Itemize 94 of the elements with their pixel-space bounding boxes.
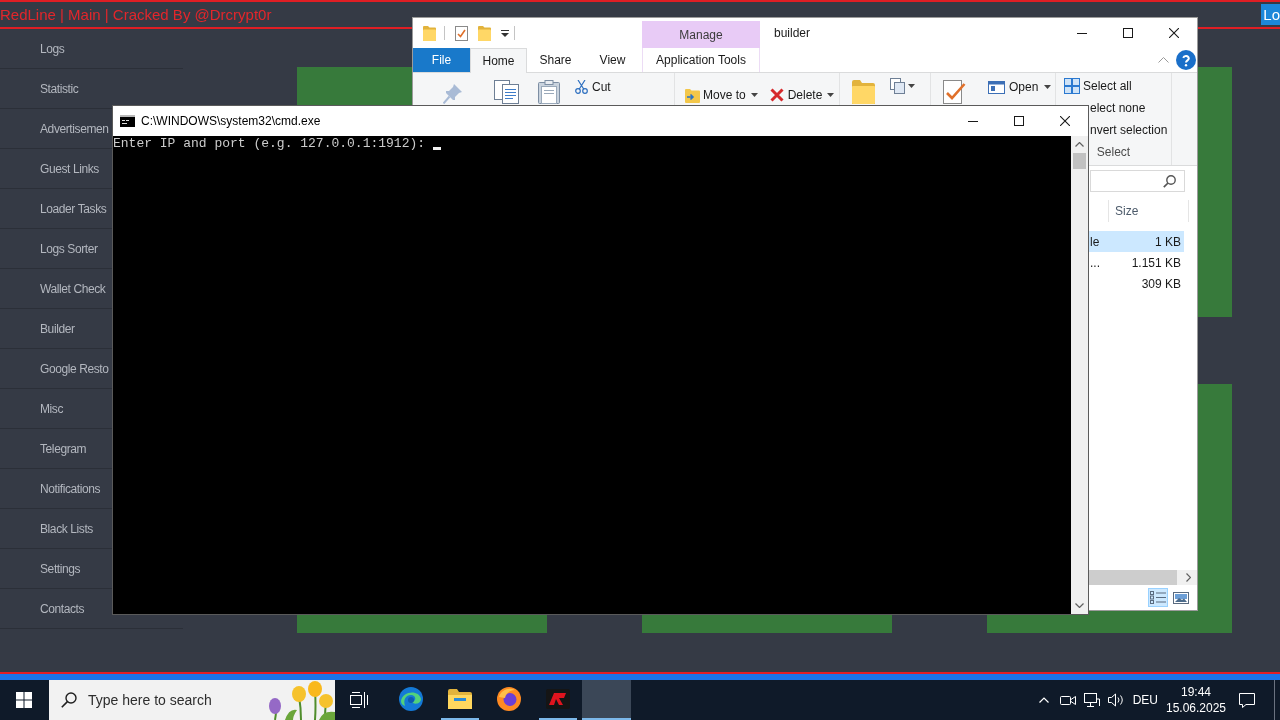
move-to-button[interactable]: Move to xyxy=(685,86,758,103)
sidebar-item[interactable]: Contacts xyxy=(40,599,85,618)
sidebar-item[interactable]: Advertisemen xyxy=(40,119,109,138)
chevron-up-icon[interactable] xyxy=(1038,697,1049,703)
scrollbar-thumb[interactable] xyxy=(1089,570,1177,585)
volume-icon[interactable] xyxy=(1107,693,1124,707)
grid-icon xyxy=(1064,78,1080,94)
delete-x-icon xyxy=(769,87,784,102)
search-icon xyxy=(61,692,77,708)
sidebar-item[interactable]: Black Lists xyxy=(40,519,93,538)
ribbon-tab[interactable]: File xyxy=(413,48,470,72)
sidebar-item[interactable]: Logs xyxy=(40,39,65,58)
large-icons-view-icon xyxy=(1173,591,1189,604)
task-view-icon xyxy=(350,692,368,708)
folder-arrow-icon xyxy=(685,86,700,103)
scroll-up-icon[interactable] xyxy=(1075,142,1084,147)
clock-date[interactable]: 15.06.2025 xyxy=(1165,700,1227,716)
delete-button[interactable]: Delete xyxy=(769,86,835,103)
checked-page-icon[interactable] xyxy=(943,80,966,104)
monitor-icon[interactable] xyxy=(1083,693,1100,707)
view-button[interactable] xyxy=(1148,588,1168,607)
caret-icon xyxy=(750,92,758,97)
clipboard-icon[interactable] xyxy=(538,80,560,104)
file-row[interactable]: le 1 KB xyxy=(1089,231,1184,252)
text-cursor-icon xyxy=(433,147,442,150)
sidebar-item[interactable]: Statistic xyxy=(40,79,79,98)
swirl-circle-icon xyxy=(398,687,423,711)
column-header[interactable]: Size xyxy=(1108,200,1189,222)
speech-bubble-icon[interactable] xyxy=(1239,692,1255,708)
ribbon-tab[interactable]: Share xyxy=(527,48,584,72)
folder-icon xyxy=(447,689,472,709)
file-row[interactable]: 309 KB xyxy=(1089,273,1184,294)
sidebar-item[interactable]: Loader Tasks xyxy=(40,199,107,218)
scrollbar-thumb[interactable] xyxy=(1073,153,1086,169)
sidebar-item[interactable]: Google Resto xyxy=(40,359,109,378)
file-size: 1.151 KB xyxy=(1131,254,1181,272)
vertical-scrollbar[interactable] xyxy=(1071,136,1088,614)
sidebar-item[interactable]: Misc xyxy=(40,399,64,418)
contextual-tab-header: Manage xyxy=(642,21,760,48)
window-icon xyxy=(988,80,1005,94)
scissors-icon xyxy=(575,80,588,94)
horizontal-scrollbar[interactable] xyxy=(1089,570,1197,585)
maximize-icon xyxy=(1123,28,1133,38)
terminal-icon xyxy=(120,115,135,127)
caret-icon xyxy=(827,92,835,97)
ribbon-tab[interactable]: Home xyxy=(470,48,527,73)
maximize-icon xyxy=(1014,116,1024,126)
window-title: builder xyxy=(774,25,811,42)
scroll-right-icon[interactable] xyxy=(1186,573,1191,582)
select-none-button[interactable]: elect none xyxy=(1090,100,1146,116)
stacked-squares-icon[interactable] xyxy=(890,78,915,94)
app-logo-icon xyxy=(545,689,570,709)
ribbon-group-label: Select xyxy=(1096,145,1131,159)
file-name: le xyxy=(1090,233,1100,251)
sidebar-item[interactable]: Settings xyxy=(40,559,81,578)
app-title: RedLine | Main | Cracked By @Drcrypt0r xyxy=(0,6,272,24)
cut-button[interactable]: Cut xyxy=(575,79,611,95)
copy-icon[interactable] xyxy=(494,80,519,104)
minimize-icon xyxy=(968,120,978,122)
sidebar-item[interactable]: Wallet Check xyxy=(40,279,106,298)
sidebar-item[interactable]: Telegram xyxy=(40,439,87,458)
sidebar-item[interactable]: Builder xyxy=(40,319,75,338)
file-size: 1 KB xyxy=(1155,233,1181,251)
language-indicator[interactable]: DEU xyxy=(1132,691,1158,709)
clock-time[interactable]: 19:44 xyxy=(1181,684,1211,700)
minimize-icon xyxy=(1077,32,1087,34)
select-all-button[interactable]: Select all xyxy=(1064,78,1132,94)
sidebar-item[interactable]: Guest Links xyxy=(40,159,99,178)
search-icon xyxy=(1163,174,1176,188)
console-text: Enter IP and port (e.g. 127.0.0.1:1912): xyxy=(113,136,426,152)
close-icon xyxy=(1060,116,1070,126)
search-field[interactable]: Type here to search xyxy=(49,680,335,720)
header-button[interactable]: Lo xyxy=(1261,4,1280,25)
customize-caret-icon[interactable] xyxy=(501,29,509,37)
scroll-down-icon[interactable] xyxy=(1075,603,1084,608)
details-view-icon xyxy=(1150,591,1166,604)
sidebar-item[interactable]: Logs Sorter xyxy=(40,239,98,258)
search-field[interactable] xyxy=(1090,170,1185,192)
ribbon-tab[interactable]: View xyxy=(584,48,641,72)
flame-globe-icon xyxy=(496,687,521,711)
checked-page-icon[interactable] xyxy=(455,25,468,41)
file-size: 309 KB xyxy=(1141,275,1181,293)
window-title: C:\WINDOWS\system32\cmd.exe xyxy=(141,113,321,130)
caret-icon xyxy=(1044,85,1052,89)
video-camera-icon[interactable] xyxy=(1059,693,1076,707)
start-icon xyxy=(16,692,32,708)
file-row[interactable]: ... 1.151 KB xyxy=(1089,252,1184,273)
file-name: ... xyxy=(1090,254,1100,272)
sidebar-item[interactable]: Notifications xyxy=(40,479,101,498)
open-button[interactable]: Open xyxy=(988,79,1052,95)
collapse-ribbon-icon[interactable] xyxy=(1158,57,1169,63)
help-icon[interactable] xyxy=(1176,50,1196,70)
invert-selection-button[interactable]: nvert selection xyxy=(1090,122,1168,138)
close-icon xyxy=(1169,28,1179,38)
